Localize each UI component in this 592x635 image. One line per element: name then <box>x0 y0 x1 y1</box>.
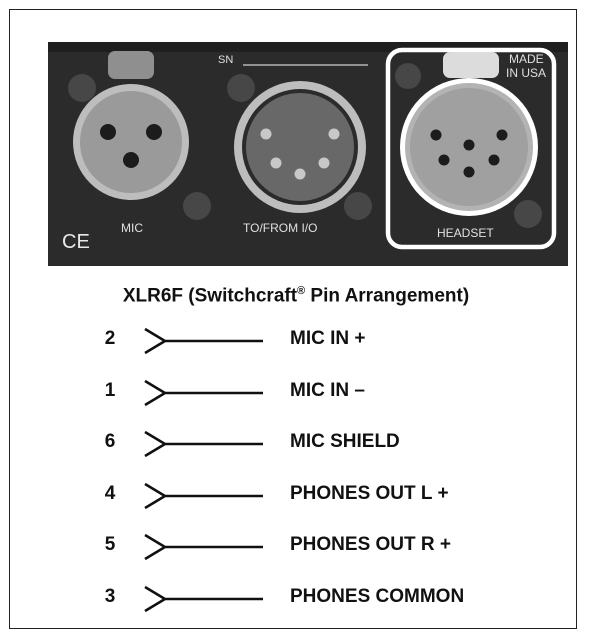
ce-mark: CE <box>62 231 90 253</box>
made-in-usa-line1: MADE <box>509 52 544 66</box>
pin-signal: MIC SHIELD <box>290 431 400 452</box>
pin <box>318 157 330 169</box>
wire-icon <box>144 533 263 561</box>
pin-row: 6 MIC SHIELD <box>0 423 592 463</box>
pin-socket <box>463 139 475 151</box>
wire-icon <box>144 327 263 355</box>
pin-signal: MIC IN + <box>290 328 366 349</box>
pin-number: 3 <box>104 585 116 607</box>
screw <box>227 74 255 102</box>
pin-socket <box>100 124 116 140</box>
wire-icon <box>144 482 263 509</box>
pin-signal: MIC IN – <box>290 379 365 401</box>
pin-row: 3 PHONES COMMON <box>0 578 592 618</box>
pin-socket <box>146 124 162 140</box>
wire-icon <box>144 430 263 458</box>
pinout-title: XLR6F (Switchcraft® Pin Arrangement) <box>122 285 470 307</box>
headset-label: HEADSET <box>437 226 494 240</box>
screw <box>395 63 421 89</box>
connector-panel: SN MADE IN USA CE MIC TO/FROM I/O HEADSE… <box>48 42 568 266</box>
pin-number: 1 <box>104 379 116 401</box>
serial-number-label: SN <box>218 54 233 66</box>
pin-number: 5 <box>104 534 116 555</box>
pin-socket <box>123 152 139 168</box>
pin-socket <box>438 154 450 166</box>
screw <box>183 192 211 220</box>
screw <box>68 74 96 102</box>
made-in-usa-line2: IN USA <box>506 66 546 80</box>
pin <box>270 157 282 169</box>
pin-row: 5 PHONES OUT R + <box>0 526 592 566</box>
pin-row: 4 PHONES OUT L + <box>0 475 592 515</box>
pin <box>260 128 272 140</box>
pin-number: 4 <box>104 482 116 504</box>
io-connector <box>234 81 366 213</box>
pin-number: 6 <box>104 431 116 452</box>
pin-socket <box>430 129 442 141</box>
pin-signal: PHONES OUT L + <box>290 482 449 504</box>
pin <box>328 128 340 140</box>
screw <box>344 192 372 220</box>
mic-label: MIC <box>121 221 143 235</box>
pin <box>294 168 306 180</box>
pin-row: 1 MIC IN – <box>0 372 592 412</box>
pin-signal: PHONES COMMON <box>290 585 465 607</box>
pin-number: 2 <box>104 328 116 349</box>
pin-socket <box>488 154 500 166</box>
io-label: TO/FROM I/O <box>243 221 317 235</box>
wire-icon <box>144 379 263 406</box>
pin-row: 2 MIC IN + <box>0 320 592 360</box>
pin-socket <box>463 166 475 178</box>
screw <box>514 200 542 228</box>
pin-socket <box>496 129 508 141</box>
pin-signal: PHONES OUT R + <box>290 534 451 555</box>
wire-icon <box>144 585 263 612</box>
